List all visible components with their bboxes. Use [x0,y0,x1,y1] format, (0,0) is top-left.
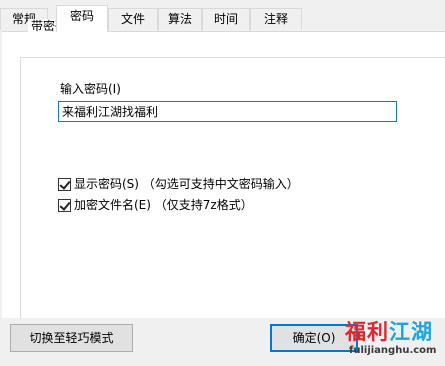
compression-settings-dialog: 常规 密码 文件 算法 时间 注释 带密码压缩 输入密码(I) 显示密码(S) … [0,0,445,366]
tab-files[interactable]: 文件 [108,8,158,30]
tab-password[interactable]: 密码 [56,5,108,32]
watermark-url: fulijianghu.com [349,345,437,356]
watermark-logo: 福利江湖 fulijianghu.com [343,318,443,362]
show-password-label[interactable]: 显示密码(S) （勾选可支持中文密码输入） [74,177,299,191]
show-password-checkbox[interactable] [58,178,71,191]
tab-strip: 常规 密码 文件 算法 时间 注释 [0,0,445,32]
tab-algorithm[interactable]: 算法 [158,8,202,30]
watermark-title: 福利江湖 [345,320,433,344]
password-input[interactable] [58,101,397,122]
password-tab-page [2,31,445,319]
watermark-title-a: 福利 [345,320,389,344]
password-label: 输入密码(I) [60,82,121,96]
watermark-title-b: 江湖 [389,320,433,344]
encrypt-filenames-checkbox[interactable] [58,199,71,212]
encrypt-filenames-label[interactable]: 加密文件名(E) （仅支持7z格式） [74,198,253,212]
switch-light-mode-button[interactable]: 切换至轻巧模式 [10,324,133,352]
tab-time[interactable]: 时间 [202,8,250,30]
tab-comment[interactable]: 注释 [250,8,302,30]
